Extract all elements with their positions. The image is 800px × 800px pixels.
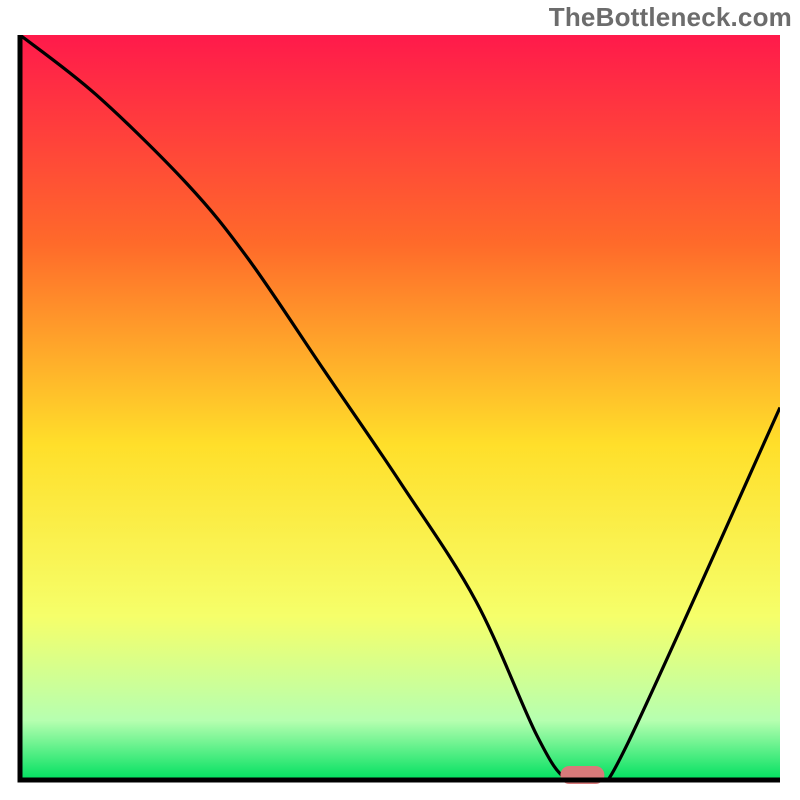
gradient-background [20,35,780,780]
bottleneck-chart [0,0,800,800]
chart-frame: TheBottleneck.com [0,0,800,800]
watermark-text: TheBottleneck.com [549,2,792,33]
